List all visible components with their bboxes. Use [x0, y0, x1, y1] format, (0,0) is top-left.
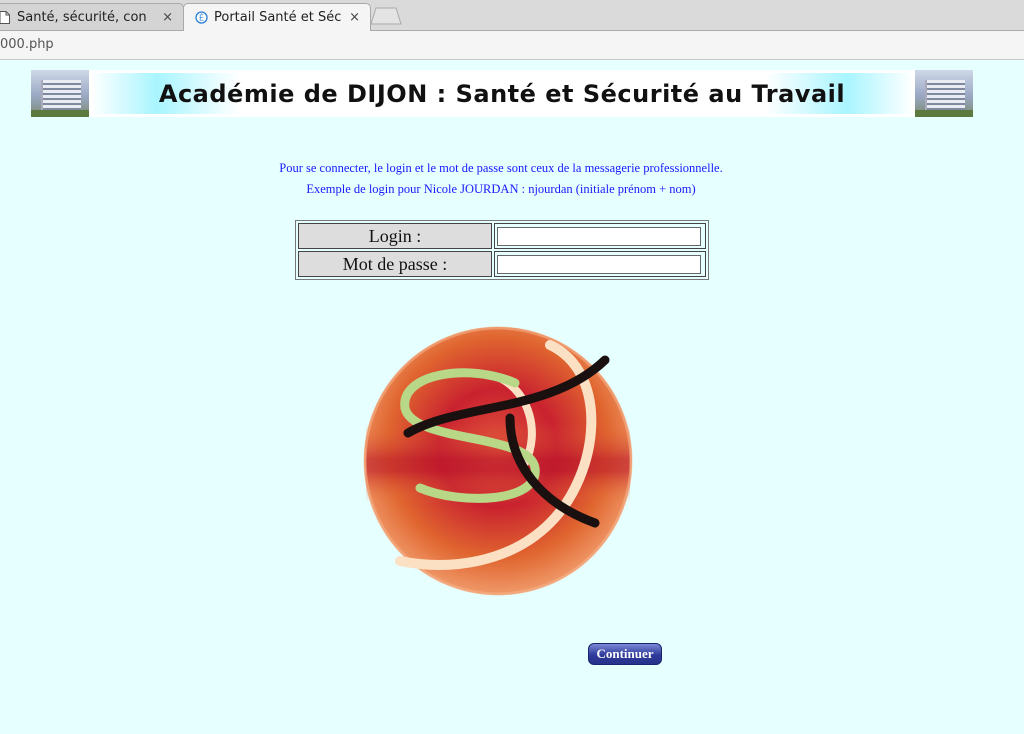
header-banner: Académie de DIJON : Santé et Sécurité au… — [31, 70, 973, 117]
password-input[interactable] — [497, 254, 701, 274]
svg-text:É: É — [198, 12, 203, 23]
login-input[interactable] — [497, 226, 701, 246]
password-label: Mot de passe : — [298, 251, 492, 277]
site-favicon-icon: É — [194, 11, 208, 25]
tab-portail[interactable]: É Portail Santé et Séc × — [183, 3, 371, 31]
login-info-line-1: Pour se connecter, le login et le mot de… — [279, 161, 723, 175]
url-text: 000.php — [0, 37, 54, 52]
tab-strip: Santé, sécurité, con × É Portail Santé e… — [0, 0, 1024, 31]
close-icon[interactable]: × — [349, 10, 360, 25]
building-image-right — [915, 70, 973, 117]
sst-logo-icon — [360, 323, 636, 599]
login-info-line-2: Exemple de login pour Nicole JOURDAN : n… — [306, 182, 696, 196]
document-icon — [0, 10, 11, 24]
page-title: Académie de DIJON : Santé et Sécurité au… — [158, 79, 846, 108]
address-bar[interactable]: 000.php — [0, 31, 1024, 60]
tab-label: Portail Santé et Séc — [214, 10, 342, 25]
tab-sante-securite[interactable]: Santé, sécurité, con × — [0, 3, 184, 30]
banner-title-box: Académie de DIJON : Santé et Sécurité au… — [91, 73, 913, 114]
new-tab-button[interactable] — [370, 7, 402, 25]
continue-button[interactable]: Continuer — [588, 643, 662, 665]
login-form: Login : Mot de passe : — [295, 220, 709, 280]
tab-label: Santé, sécurité, con — [17, 9, 147, 25]
building-image-left — [31, 70, 89, 117]
close-icon[interactable]: × — [162, 10, 173, 25]
login-label: Login : — [298, 223, 492, 249]
